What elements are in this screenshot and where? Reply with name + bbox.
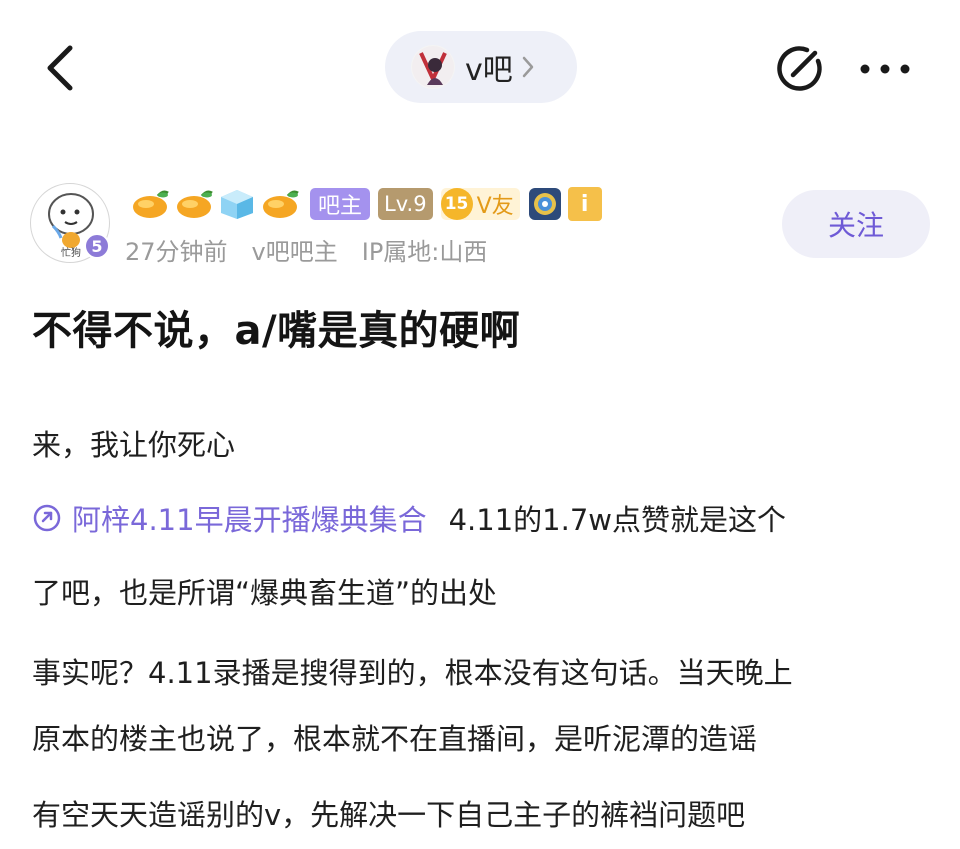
post-line: 来，我让你死心 xyxy=(32,428,236,462)
mango-icon xyxy=(177,190,213,218)
ice-cube-icon xyxy=(221,190,253,219)
post-line: 有空天天造谣别的v，先解决一下自己主子的裤裆问题吧 xyxy=(32,798,746,832)
post-time: 27分钟前 xyxy=(125,238,228,266)
forum-avatar-icon xyxy=(411,45,455,89)
back-button[interactable] xyxy=(30,38,90,98)
chevron-right-icon xyxy=(522,56,534,78)
ip-location: IP属地:山西 xyxy=(361,238,488,266)
author-meta: 27分钟前 v吧吧主 IP属地:山西 xyxy=(125,232,487,267)
post-title: 不得不说，a/嘴是真的硬啊 xyxy=(32,308,521,354)
vyou-label: V友 xyxy=(476,194,514,219)
link-icon xyxy=(33,504,61,532)
top-bar: v吧 xyxy=(0,0,960,135)
author-role: v吧吧主 xyxy=(251,238,338,266)
mango-icon xyxy=(133,190,169,218)
level-tag: Lv.9 xyxy=(378,188,433,220)
edit-icon xyxy=(777,46,822,91)
post-line: 了吧，也是所谓“爆典畜生道”的出处 xyxy=(32,576,498,610)
owner-tag: 吧主 xyxy=(310,188,371,220)
forum-entry-button[interactable]: v吧 xyxy=(385,31,577,103)
post-link-text: 阿梓4.11早晨开播爆典集合 xyxy=(72,503,427,537)
more-button[interactable] xyxy=(855,40,915,98)
author-level-dot: 5 xyxy=(84,233,110,259)
follow-button[interactable]: 关注 xyxy=(782,190,930,258)
post-line: 阿梓4.11早晨开播爆典集合 4.11的1.7w点赞就是这个 xyxy=(32,497,786,539)
avatar-caption: 忙狗 xyxy=(61,246,81,259)
back-arrow-icon xyxy=(47,45,73,91)
edit-button[interactable] xyxy=(770,40,828,98)
post-line-text: 4.11的1.7w点赞就是这个 xyxy=(448,503,786,537)
post-link[interactable]: 阿梓4.11早晨开播爆典集合 xyxy=(32,497,427,539)
vyou-tag: 15 V友 xyxy=(440,188,520,220)
medal-icon xyxy=(528,188,561,220)
info-icon[interactable]: i xyxy=(567,187,602,221)
vyou-number: 15 xyxy=(440,188,473,220)
more-icon xyxy=(860,64,910,74)
mango-icon xyxy=(263,190,299,218)
forum-name: v吧 xyxy=(465,53,513,88)
post-line: 事实呢？4.11录播是搜得到的，根本没有这句话。当天晚上 xyxy=(32,656,793,690)
author-badges: 吧主 Lv.9 15 V友 i xyxy=(130,186,602,222)
post-line: 原本的楼主也说了，根本就不在直播间，是听泥潭的造谣 xyxy=(32,722,758,756)
